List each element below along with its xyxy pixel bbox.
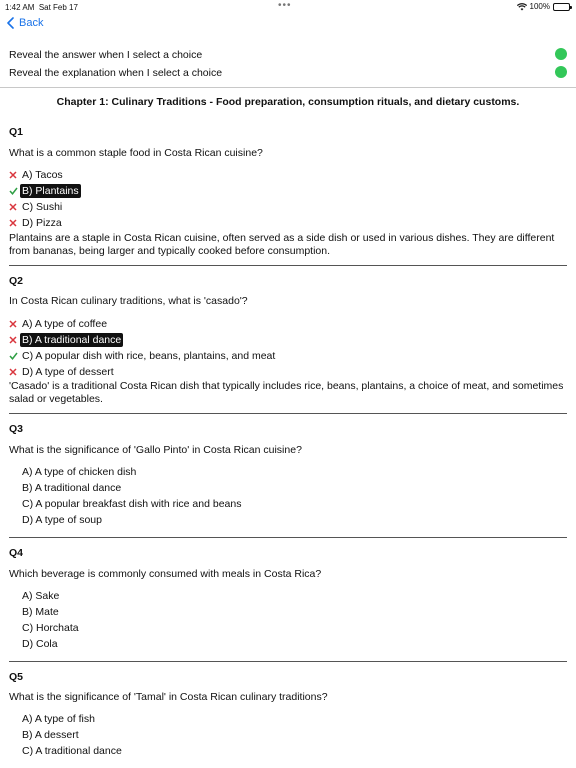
status-bar: 1:42 AM Sat Feb 17 ••• 100% (0, 0, 576, 14)
answer-option[interactable]: D) A type of soup (9, 512, 104, 527)
wrong-x-icon (9, 319, 20, 328)
answer-option-selected[interactable]: B) Plantains (9, 183, 81, 198)
question-label: Q3 (9, 423, 24, 435)
question-text: Which beverage is commonly consumed with… (9, 568, 322, 580)
answer-option[interactable]: A) Tacos (9, 167, 65, 182)
wrong-x-icon (9, 202, 20, 211)
question-label: Q4 (9, 547, 24, 559)
battery-percent: 100% (529, 2, 550, 11)
answer-explanation: Plantains are a staple in Costa Rican cu… (9, 232, 555, 257)
question-divider (9, 537, 567, 538)
answer-option[interactable]: C) A popular dish with rice, beans, plan… (9, 348, 277, 363)
question-label: Q2 (9, 275, 24, 287)
wrong-x-icon (9, 367, 20, 376)
answer-option-text: A) Tacos (22, 168, 63, 181)
answer-option-text: C) Sushi (22, 200, 63, 213)
answer-option[interactable]: A) Sake (9, 588, 61, 603)
answer-option-text: C) Horchata (22, 621, 79, 634)
answer-option-text: D) Pizza (22, 216, 62, 229)
answer-option[interactable]: B) A dessert (9, 727, 81, 742)
answer-option[interactable]: A) A type of coffee (9, 316, 109, 331)
answer-option[interactable]: C) Sushi (9, 199, 64, 214)
chevron-left-icon (7, 17, 14, 29)
answer-option[interactable]: A) A type of fish (9, 711, 97, 726)
status-right: 100% (516, 2, 572, 11)
reveal-explanation-toggle[interactable] (555, 66, 567, 78)
question-text: In Costa Rican culinary traditions, what… (9, 295, 248, 307)
question-label: Q5 (9, 671, 24, 683)
answer-option-text: B) A traditional dance (22, 481, 122, 494)
reveal-answer-toggle[interactable] (555, 48, 567, 60)
answer-option-text: A) Sake (22, 589, 60, 602)
answer-option[interactable]: D) Pizza (9, 215, 64, 230)
answer-option-text: B) Plantains (20, 183, 81, 198)
answer-option[interactable]: D) Cola (9, 636, 60, 651)
answer-option-text: D) A type of dessert (22, 365, 114, 378)
question-divider (9, 413, 567, 414)
setting-reveal-explanation[interactable]: Reveal the explanation when I select a c… (9, 65, 569, 81)
answer-option[interactable]: A) A type of chicken dish (9, 464, 138, 479)
answer-option-text: D) A type of soup (22, 513, 102, 526)
back-button[interactable]: Back (7, 17, 43, 29)
answer-option[interactable]: D) A type of dessert (9, 364, 116, 379)
wrong-x-icon (9, 170, 20, 179)
correct-check-icon (9, 352, 20, 360)
answer-option-selected[interactable]: B) A traditional dance (9, 332, 124, 347)
answer-option[interactable]: C) A popular breakfast dish with rice an… (9, 496, 243, 511)
answer-option[interactable]: C) A traditional dance (9, 743, 124, 758)
answer-option-text: C) A popular breakfast dish with rice an… (22, 497, 242, 510)
wrong-x-icon (9, 335, 20, 344)
question-text: What is a common staple food in Costa Ri… (9, 147, 263, 159)
answer-option-text: B) A dessert (22, 728, 79, 741)
settings-divider (0, 87, 576, 88)
answer-option-text: A) A type of chicken dish (22, 465, 137, 478)
answer-option-text: B) Mate (22, 605, 59, 618)
chapter-title: Chapter 1: Culinary Traditions - Food pr… (56, 96, 520, 108)
answer-option[interactable]: B) A traditional dance (9, 480, 123, 495)
answer-option[interactable]: B) Mate (9, 604, 61, 619)
answer-option-text: C) A popular dish with rice, beans, plan… (22, 349, 276, 362)
answer-explanation: 'Casado' is a traditional Costa Rican di… (9, 380, 564, 405)
answer-option-text: A) A type of fish (22, 712, 95, 725)
setting-reveal-answer-label: Reveal the answer when I select a choice (9, 49, 203, 61)
battery-icon (553, 2, 572, 11)
status-time-date: 1:42 AM Sat Feb 17 (5, 3, 78, 12)
back-label: Back (19, 17, 44, 29)
answer-option-text: C) A traditional dance (22, 744, 122, 757)
wifi-icon (516, 2, 527, 10)
multitasking-dots-icon[interactable]: ••• (278, 0, 292, 11)
setting-reveal-explanation-label: Reveal the explanation when I select a c… (9, 67, 223, 79)
question-divider (9, 661, 567, 662)
correct-check-icon (9, 187, 20, 195)
answer-option[interactable]: C) Horchata (9, 620, 81, 635)
question-text: What is the significance of 'Tamal' in C… (9, 691, 328, 703)
question-text: What is the significance of 'Gallo Pinto… (9, 444, 302, 456)
question-label: Q1 (9, 126, 24, 138)
wrong-x-icon (9, 218, 20, 227)
answer-option-text: B) A traditional dance (20, 332, 124, 347)
question-divider (9, 265, 567, 266)
answer-option-text: A) A type of coffee (22, 317, 108, 330)
answer-option-text: D) Cola (22, 637, 58, 650)
setting-reveal-answer[interactable]: Reveal the answer when I select a choice (9, 47, 569, 63)
